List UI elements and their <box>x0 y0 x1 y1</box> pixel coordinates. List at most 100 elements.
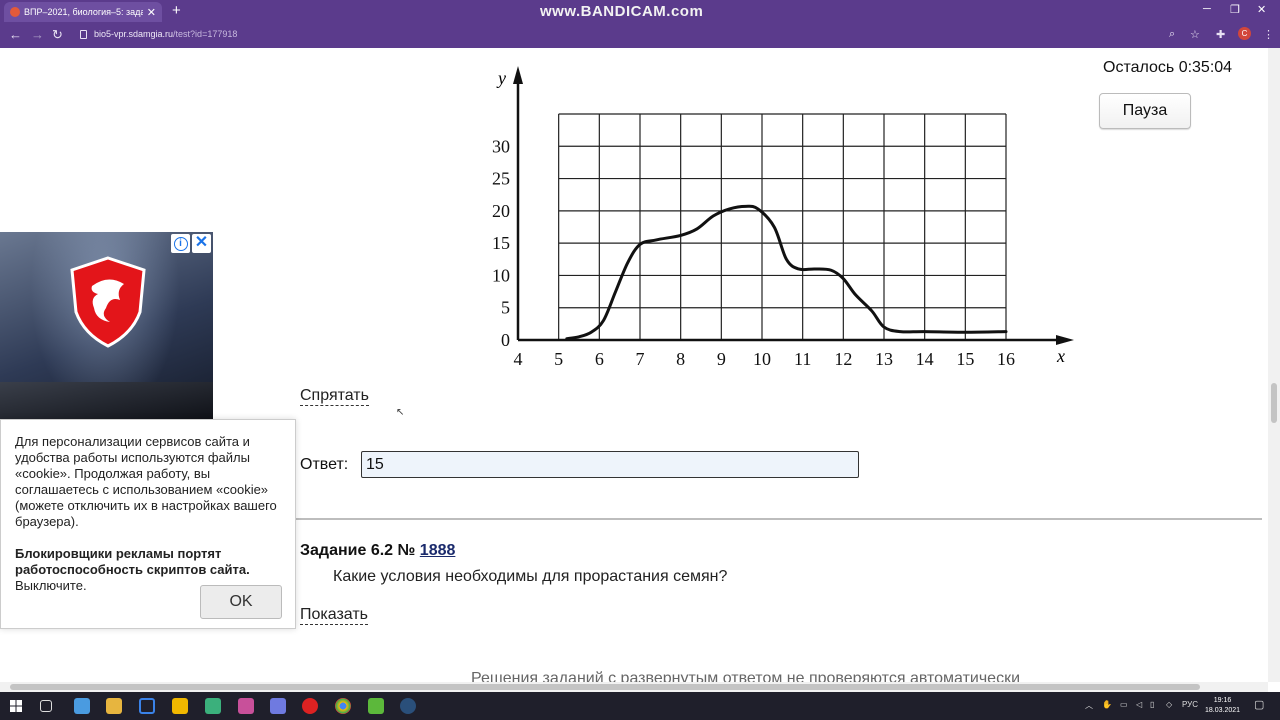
x-tick-label: 5 <box>554 349 563 369</box>
x-tick-label: 9 <box>717 349 726 369</box>
x-tick-label: 8 <box>676 349 685 369</box>
info-text: Решения заданий с развернутым ответом не… <box>471 670 1021 682</box>
answer-label: Ответ: <box>300 456 349 473</box>
tray-chevron-icon[interactable]: ︿ <box>1085 700 1093 711</box>
y-tick-label: 20 <box>492 201 510 221</box>
x-tick-label: 14 <box>916 349 934 369</box>
chart-y-axis-label: y <box>496 68 506 88</box>
bandicam-icon[interactable] <box>302 698 318 714</box>
battery-icon[interactable]: ▯ <box>1150 700 1154 709</box>
windows-taskbar: ︿ ✋ ▭ ◁ ▯ ◇ РУС 19:16 18.03.2021 ▢ <box>0 692 1280 720</box>
task-heading: Задание 6.2 № 1888 <box>300 542 455 560</box>
cookie-text: Для персонализации сервисов сайта и удоб… <box>15 434 277 529</box>
clock-time: 19:16 <box>1213 697 1232 704</box>
task-view-icon[interactable] <box>40 700 52 712</box>
task-number-link[interactable]: 1888 <box>420 542 456 559</box>
chart-axes <box>513 66 1074 345</box>
y-axis-arrow-icon <box>513 66 523 84</box>
x-tick-label: 11 <box>794 349 811 369</box>
discord-icon[interactable] <box>270 698 286 714</box>
adblock-warning-tail: Выключите. <box>15 578 87 593</box>
volume-icon[interactable]: ◁ <box>1136 700 1142 709</box>
store-icon[interactable] <box>74 698 90 714</box>
chart-series-line <box>565 204 1008 341</box>
x-tick-label: 10 <box>753 349 771 369</box>
section-divider <box>296 518 1262 520</box>
url-domain: bio5-vpr.sdamgia.ru <box>94 29 174 39</box>
steam-icon[interactable] <box>400 698 416 714</box>
profile-avatar[interactable]: С <box>1238 27 1251 40</box>
notifications-icon[interactable]: ▢ <box>1254 698 1264 711</box>
chart-tick-labels: 4 5 6 7 8 9 10 11 12 13 14 15 16 0 5 10 15 20 25 30 <box>492 136 1015 369</box>
graph-chart: 4 5 6 7 8 9 10 11 12 13 14 15 16 0 5 10 15 20 25 30 y x <box>492 66 1074 369</box>
lock-icon <box>80 30 87 39</box>
language-indicator[interactable]: РУС <box>1182 700 1198 709</box>
tab-close-icon[interactable]: ✕ <box>147 6 156 19</box>
x-tick-label: 4 <box>514 349 523 369</box>
horizontal-scrollbar-thumb[interactable] <box>10 684 1200 690</box>
y-tick-label: 30 <box>492 136 510 156</box>
ad-laptop-image <box>0 382 213 420</box>
back-icon[interactable]: ← <box>9 27 22 42</box>
y-tick-label: 5 <box>501 298 510 318</box>
sticky-notes-icon[interactable] <box>172 698 188 714</box>
browser-titlebar: ВПР–2021, биология–5: задани ✕ + www.BAN… <box>0 0 1280 22</box>
answer-input[interactable] <box>361 451 859 478</box>
address-field[interactable]: bio5-vpr.sdamgia.ru/test?id=177918 <box>94 29 237 39</box>
horizontal-scrollbar[interactable] <box>0 682 1268 692</box>
ad-close-icon[interactable]: ✕ <box>192 234 211 253</box>
new-tab-button[interactable]: + <box>172 2 181 19</box>
app-icon[interactable] <box>205 698 221 714</box>
extensions-icon[interactable]: ✚ <box>1216 28 1225 41</box>
pause-button[interactable]: Пауза <box>1099 93 1191 129</box>
browser-tab[interactable]: ВПР–2021, биология–5: задани ✕ <box>4 2 162 22</box>
x-tick-label: 13 <box>875 349 893 369</box>
x-tick-label: 7 <box>636 349 645 369</box>
show-link[interactable]: Показать <box>300 606 369 625</box>
url-path: /test?id=177918 <box>173 29 238 39</box>
minimize-icon[interactable]: ─ <box>1203 3 1211 15</box>
recording-watermark: www.BANDICAM.com <box>540 3 704 20</box>
vertical-scrollbar[interactable] <box>1268 48 1280 682</box>
cookie-ok-button[interactable]: OK <box>200 585 282 619</box>
y-tick-label: 15 <box>492 233 510 253</box>
chart-grid <box>558 113 1007 340</box>
address-bar-row: ← → ↻ bio5-vpr.sdamgia.ru/test?id=177918… <box>0 22 1280 48</box>
advertisement-banner[interactable]: i ✕ <box>0 232 213 420</box>
task-heading-prefix: Задание 6.2 № <box>300 542 416 559</box>
tray-app-icon[interactable]: ✋ <box>1102 700 1112 709</box>
time-remaining: Осталось 0:35:04 <box>1103 59 1233 76</box>
x-axis-arrow-icon <box>1056 335 1074 345</box>
clock[interactable]: 19:16 18.03.2021 <box>1205 696 1240 716</box>
chrome-icon[interactable] <box>335 698 351 714</box>
menu-icon[interactable]: ⋮ <box>1263 28 1274 41</box>
mouse-cursor-icon: ↖ <box>396 407 405 418</box>
x-tick-label: 12 <box>834 349 852 369</box>
utorrent-icon[interactable] <box>368 698 384 714</box>
y-tick-label: 25 <box>492 169 510 189</box>
snip-tool-icon[interactable] <box>139 698 155 714</box>
photos-icon[interactable] <box>238 698 254 714</box>
scrollbar-thumb[interactable] <box>1271 383 1277 423</box>
file-explorer-icon[interactable] <box>106 698 122 714</box>
dragon-shield-logo-icon <box>70 256 146 348</box>
tray-icon[interactable]: ◇ <box>1166 700 1172 709</box>
x-tick-label: 6 <box>595 349 604 369</box>
bookmark-star-icon[interactable]: ☆ <box>1190 28 1200 41</box>
task-question: Какие условия необходимы для прорастания… <box>333 568 728 585</box>
cookie-notice: Для персонализации сервисов сайта и удоб… <box>0 419 296 629</box>
y-tick-label: 10 <box>492 265 510 285</box>
zoom-icon[interactable]: ⌕ <box>1169 28 1175 41</box>
adblock-warning-bold: Блокировщики рекламы портят работоспособ… <box>15 546 250 577</box>
hide-link[interactable]: Спрятать <box>300 387 369 406</box>
close-window-icon[interactable]: ✕ <box>1257 3 1266 16</box>
network-icon[interactable]: ▭ <box>1120 700 1128 709</box>
ad-info-icon[interactable]: i <box>171 234 190 253</box>
reload-icon[interactable]: ↻ <box>52 27 63 43</box>
tab-title: ВПР–2021, биология–5: задани <box>24 7 143 17</box>
forward-icon[interactable]: → <box>31 27 44 42</box>
site-favicon-icon <box>10 7 20 17</box>
x-tick-label: 16 <box>997 349 1015 369</box>
restore-icon[interactable]: ❐ <box>1230 3 1240 16</box>
windows-start-icon[interactable] <box>10 700 22 712</box>
